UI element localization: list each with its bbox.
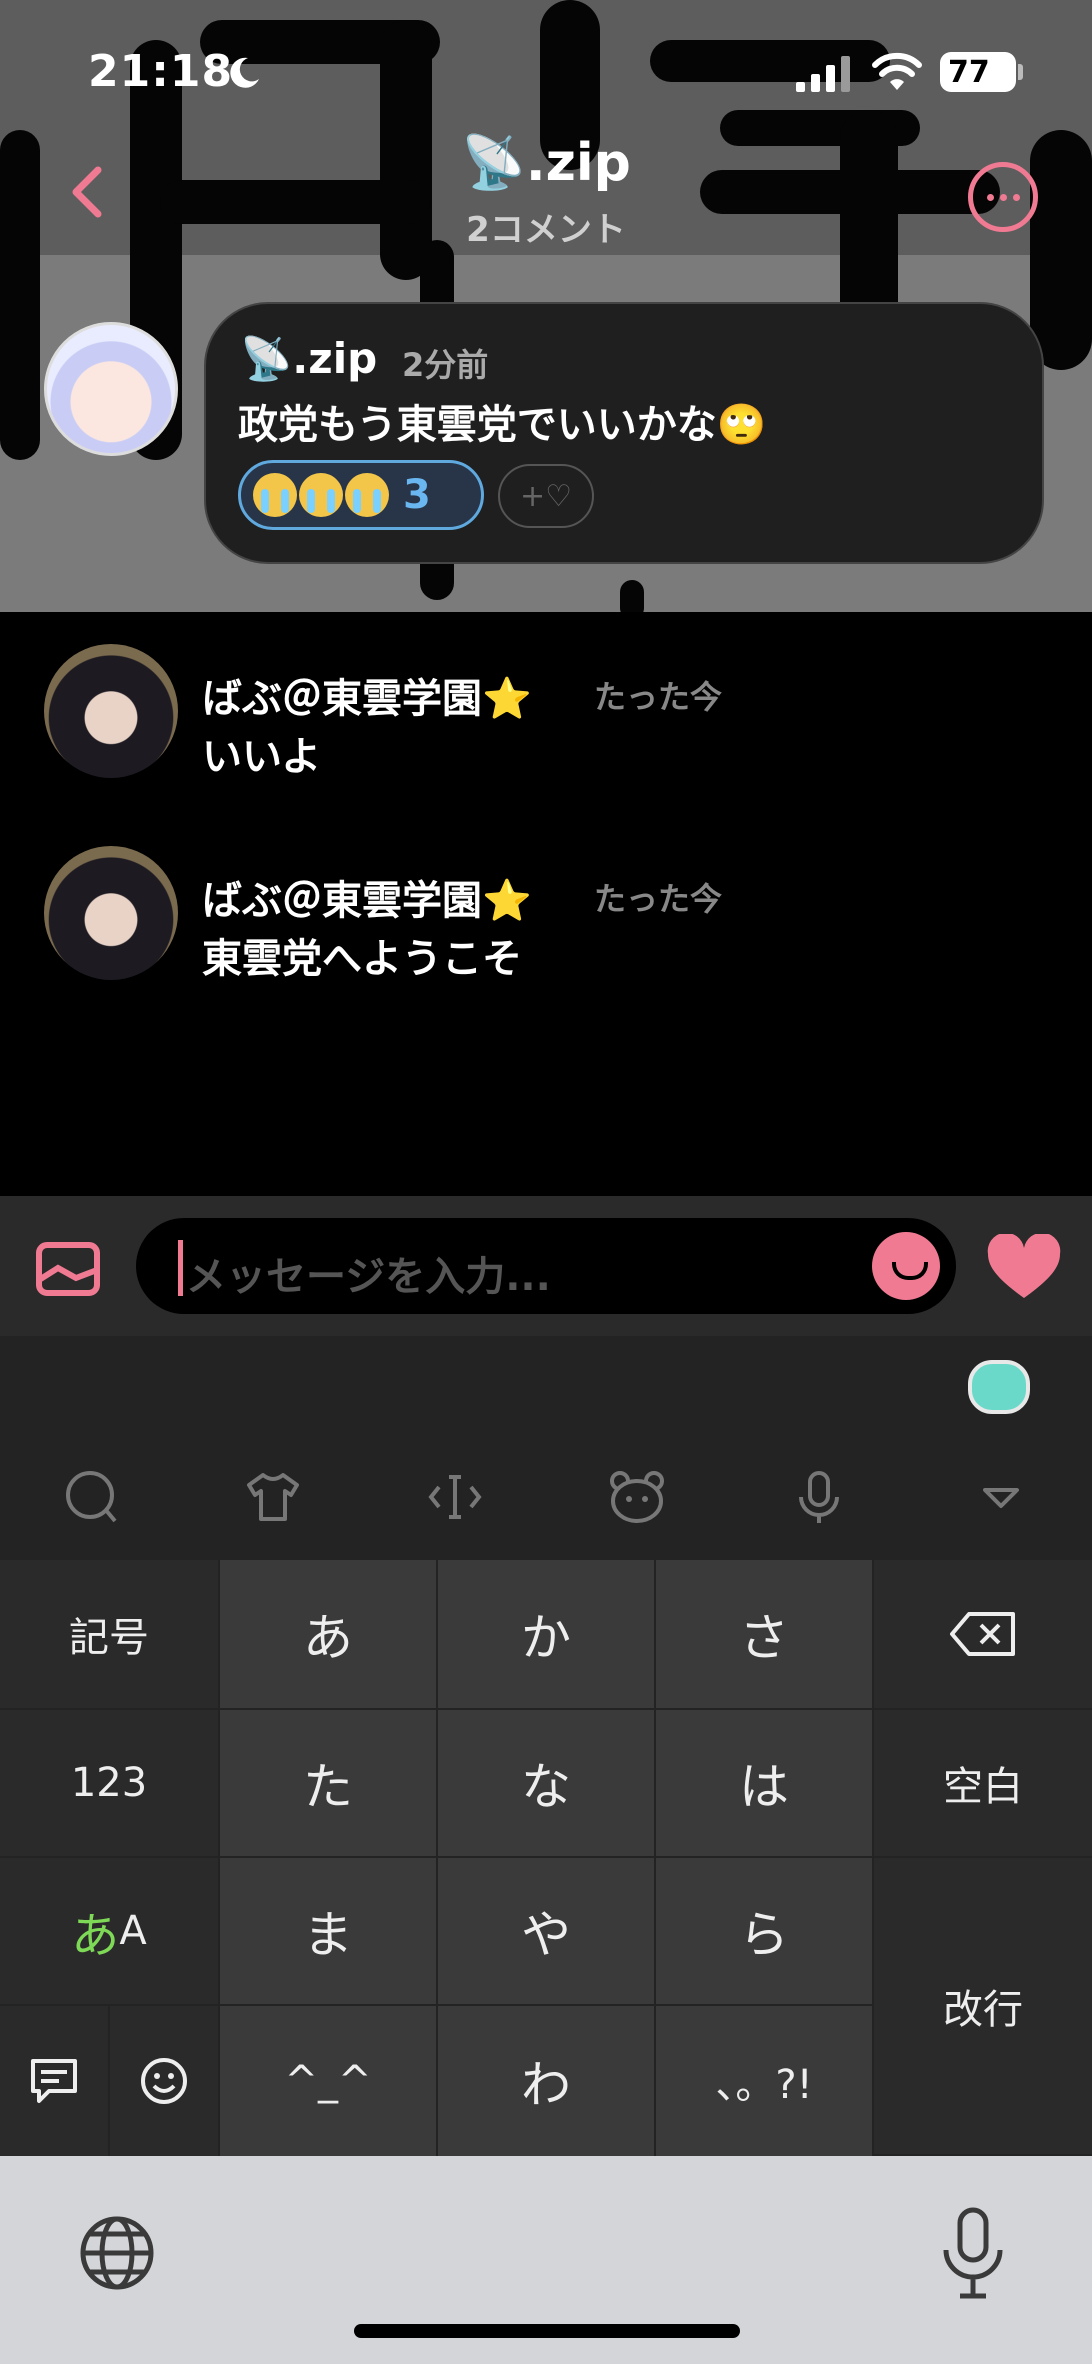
key-a[interactable]: あ <box>220 1560 436 1708</box>
background-art <box>620 580 644 612</box>
crying-emoji-icon <box>345 473 389 517</box>
key-ha[interactable]: は <box>656 1710 872 1856</box>
key-chat-template[interactable] <box>0 2006 108 2156</box>
key-ra[interactable]: ら <box>656 1858 872 2004</box>
key-numbers[interactable]: 123 <box>0 1710 218 1856</box>
input-mode-latin: A <box>119 1908 147 1954</box>
key-emoji[interactable] <box>110 2006 218 2156</box>
ellipsis-icon <box>999 193 1007 201</box>
key-sa[interactable]: さ <box>656 1560 872 1708</box>
key-space[interactable]: 空白 <box>874 1710 1092 1856</box>
key-ka[interactable]: か <box>438 1560 654 1708</box>
wifi-icon <box>872 52 922 90</box>
smiley-icon <box>141 2058 187 2104</box>
background-art <box>650 40 890 82</box>
comment-count: 2コメント <box>466 210 626 250</box>
comment-text: いいよ <box>202 734 322 780</box>
key-input-mode[interactable]: あA <box>0 1858 218 2004</box>
key-na[interactable]: な <box>438 1710 654 1856</box>
reaction-count: 3 <box>403 472 431 518</box>
message-template-icon <box>31 2059 77 2103</box>
emoji-button[interactable] <box>872 1232 940 1300</box>
cursor-move-icon[interactable] <box>424 1466 486 1528</box>
key-face[interactable]: ^_^ <box>220 2006 436 2156</box>
collapse-keyboard-icon[interactable] <box>970 1466 1032 1528</box>
comment-author[interactable]: ばぶ＠東雲学園⭐ <box>202 868 532 926</box>
ellipsis-icon <box>986 193 994 201</box>
key-return[interactable]: 改行 <box>874 1858 1092 2154</box>
battery-cap <box>1018 64 1023 80</box>
globe-icon[interactable] <box>78 2214 156 2292</box>
message-input-placeholder: メッセージを入力... <box>186 1254 551 1300</box>
text-cursor <box>178 1240 183 1296</box>
input-mode-kana: あ <box>71 1908 120 1964</box>
status-time: 21:18 <box>88 46 234 97</box>
ellipsis-icon <box>1012 193 1020 201</box>
key-ya[interactable]: や <box>438 1858 654 2004</box>
dictation-mic-icon[interactable] <box>938 2206 1008 2302</box>
heart-icon[interactable] <box>986 1234 1062 1302</box>
page-title: 📡.zip <box>461 133 631 193</box>
comment-text: 東雲党へようこそ <box>202 936 522 982</box>
post-text: 政党もう東雲党でいいかな🙄 <box>238 402 767 448</box>
keyboard-bot-icon[interactable] <box>968 1360 1030 1414</box>
add-reaction-button[interactable]: +♡ <box>498 464 594 528</box>
battery-indicator: 77 <box>940 52 1016 92</box>
bear-face-icon[interactable] <box>606 1466 668 1528</box>
comment-timestamp: たった今 <box>594 678 723 716</box>
crying-emoji-icon <box>253 473 297 517</box>
comment-avatar[interactable] <box>44 846 178 980</box>
key-ma[interactable]: ま <box>220 1858 436 2004</box>
backspace-icon <box>950 1612 1015 1656</box>
key-ta[interactable]: た <box>220 1710 436 1856</box>
key-punctuation[interactable]: 、。?! <box>656 2006 872 2156</box>
more-options-button[interactable] <box>968 162 1038 232</box>
comment-avatar[interactable] <box>44 644 178 778</box>
comment-timestamp: たった今 <box>594 880 723 918</box>
comment-author[interactable]: ばぶ＠東雲学園⭐ <box>202 666 532 724</box>
moon-icon <box>230 57 259 88</box>
chat-bubble-icon[interactable] <box>60 1466 122 1528</box>
microphone-icon[interactable] <box>788 1466 850 1528</box>
image-attach-icon[interactable] <box>36 1242 100 1296</box>
backspace-key[interactable] <box>874 1560 1092 1708</box>
signal-icon <box>796 56 850 92</box>
crying-emoji-icon <box>299 473 343 517</box>
tshirt-icon[interactable] <box>242 1466 304 1528</box>
key-wa[interactable]: わ <box>438 2006 654 2156</box>
reaction-crying[interactable]: 3 <box>238 460 484 530</box>
post-author-name[interactable]: 📡.zip <box>240 334 377 384</box>
key-symbols[interactable]: 記号 <box>0 1560 218 1708</box>
post-timestamp: 2分前 <box>402 346 489 384</box>
post-author-avatar[interactable] <box>44 322 178 456</box>
home-indicator <box>354 2324 740 2338</box>
